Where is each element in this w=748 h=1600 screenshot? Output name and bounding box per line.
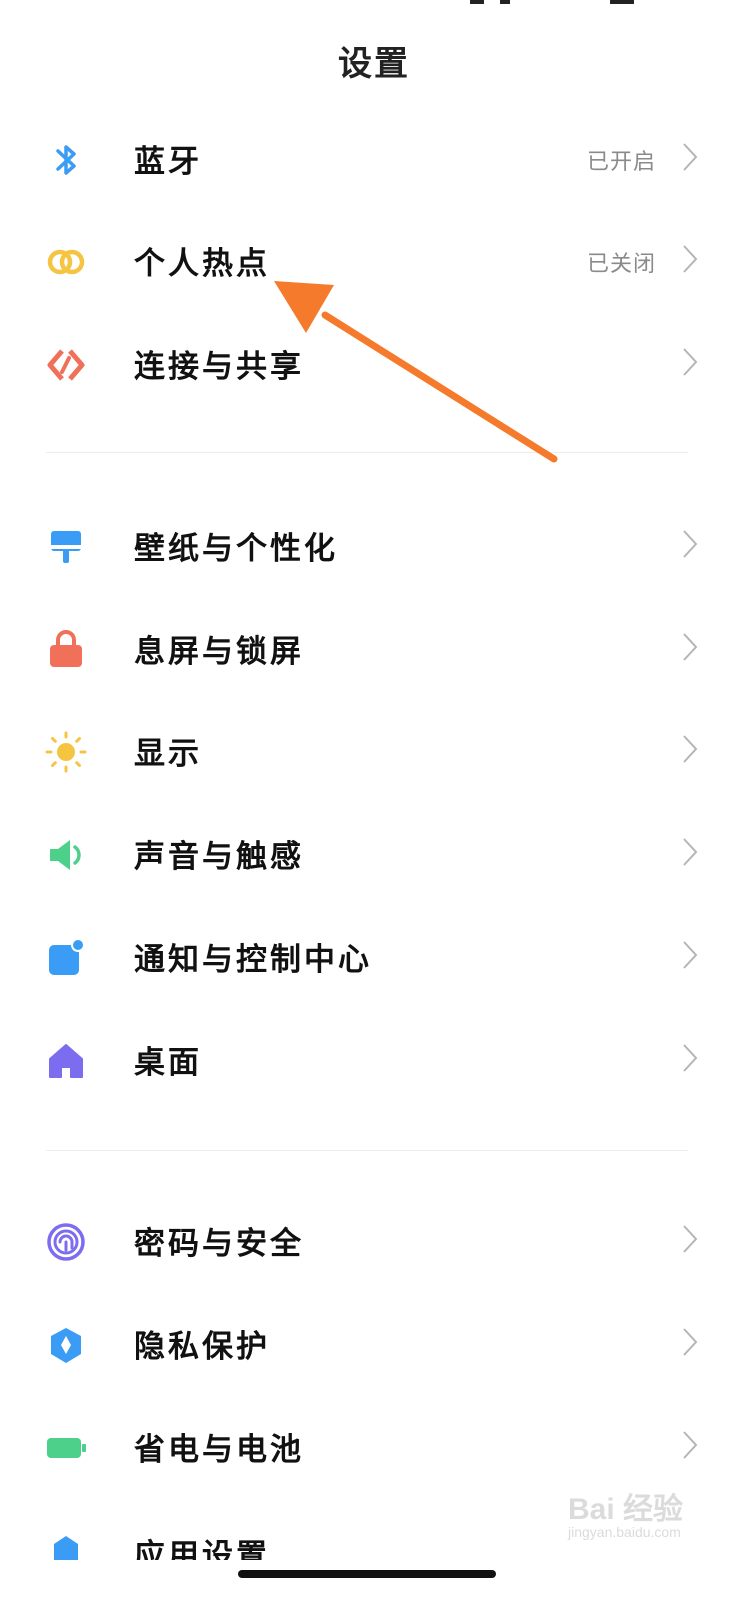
- chevron-right-icon: [682, 347, 698, 377]
- annotation-arrow: [270, 275, 570, 475]
- settings-item-label: 息屏与锁屏: [134, 634, 304, 670]
- home-indicator[interactable]: [238, 1570, 496, 1578]
- watermark-sub-text: jingyan.baidu.com: [568, 1524, 681, 1540]
- settings-item-wallpaper[interactable]: 壁纸与个性化: [0, 495, 748, 595]
- settings-screen: 设置 蓝牙 已开启 个人热点 已关闭 连接与共享 壁纸与个性化 息屏与锁屏 显示…: [0, 0, 748, 1600]
- status-text: 已开启: [586, 150, 656, 175]
- bluetooth-icon: [44, 138, 88, 182]
- notification-icon: [44, 936, 88, 980]
- settings-item-label: 密码与安全: [134, 1226, 304, 1262]
- home-icon: [44, 1039, 88, 1083]
- status-text: 已关闭: [586, 252, 656, 277]
- chevron-right-icon: [682, 142, 698, 172]
- chevron-right-icon: [682, 940, 698, 970]
- chevron-right-icon: [682, 1327, 698, 1357]
- settings-item-label: 省电与电池: [134, 1432, 304, 1468]
- app-settings-icon: [50, 1530, 82, 1560]
- chevron-right-icon: [682, 1430, 698, 1460]
- chevron-right-icon: [682, 734, 698, 764]
- group-divider: [46, 1150, 688, 1151]
- chevron-right-icon: [682, 837, 698, 867]
- settings-item-sound[interactable]: 声音与触感: [0, 803, 748, 903]
- settings-item-lockscreen[interactable]: 息屏与锁屏: [0, 598, 748, 698]
- chevron-right-icon: [682, 244, 698, 274]
- settings-item-label: 声音与触感: [134, 839, 304, 875]
- settings-item-desktop[interactable]: 桌面: [0, 1009, 748, 1109]
- settings-item-notifications[interactable]: 通知与控制中心: [0, 906, 748, 1006]
- privacy-shield-icon: [44, 1323, 88, 1367]
- chevron-right-icon: [682, 1043, 698, 1073]
- chevron-right-icon: [682, 632, 698, 662]
- settings-item-bluetooth[interactable]: 蓝牙 已开启: [0, 108, 748, 208]
- status-bar-fragment: [470, 0, 640, 4]
- settings-item-display[interactable]: 显示: [0, 700, 748, 800]
- settings-item-label: 通知与控制中心: [134, 942, 372, 978]
- wallpaper-brush-icon: [44, 525, 88, 569]
- lock-icon: [44, 628, 88, 672]
- chevron-right-icon: [682, 1224, 698, 1254]
- sun-icon: [44, 730, 88, 774]
- settings-item-label: 壁纸与个性化: [134, 531, 338, 567]
- settings-item-label: 个人热点: [134, 246, 270, 282]
- settings-item-security[interactable]: 密码与安全: [0, 1190, 748, 1290]
- baidu-watermark: Bai 经验 jingyan.baidu.com: [568, 1478, 708, 1548]
- fingerprint-icon: [44, 1220, 88, 1264]
- settings-item-privacy[interactable]: 隐私保护: [0, 1293, 748, 1393]
- watermark-main-text: Bai 经验: [568, 1493, 684, 1526]
- hotspot-icon: [44, 240, 88, 284]
- page-title: 设置: [338, 44, 410, 84]
- connection-share-icon: [44, 343, 88, 387]
- settings-item-label: 显示: [134, 736, 202, 772]
- battery-icon: [44, 1426, 88, 1470]
- chevron-right-icon: [682, 529, 698, 559]
- settings-item-label: 隐私保护: [134, 1329, 270, 1365]
- settings-item-label: 蓝牙: [134, 144, 202, 180]
- settings-item-label: 应用设置: [134, 1538, 270, 1560]
- speaker-icon: [44, 833, 88, 877]
- settings-item-label: 桌面: [134, 1045, 202, 1081]
